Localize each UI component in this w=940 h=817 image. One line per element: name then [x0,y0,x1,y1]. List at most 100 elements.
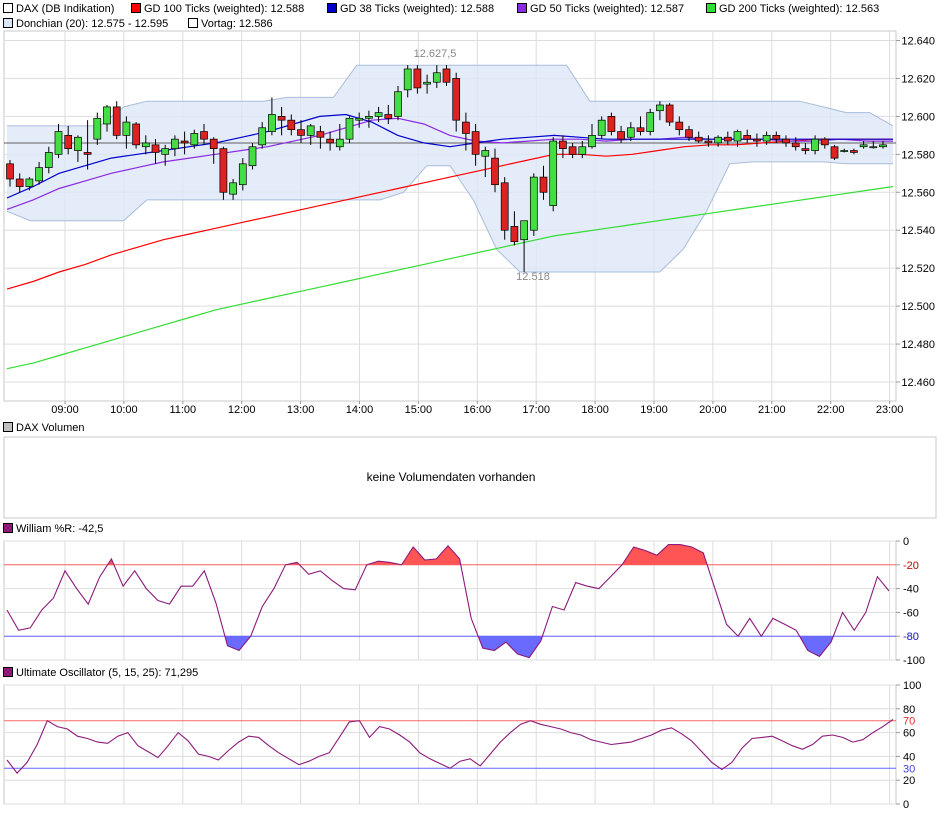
candle-up [869,146,878,149]
candle-down [772,135,781,140]
legend-swatch-dax [3,3,13,13]
volume-title: DAX Volumen [16,422,84,434]
candle-up [238,163,247,186]
price-tick-label: 12.580 [901,149,935,161]
time-tick-label: 20:00 [699,404,727,416]
time-tick-label: 23:00 [876,404,904,416]
williams-tick-label: -60 [903,607,919,619]
candle-down [132,123,140,146]
time-tick-label: 16:00 [464,404,492,416]
candle-down [471,131,480,155]
candle-down [607,116,616,132]
candle-up [268,114,276,132]
legend-swatch-vortag [188,18,198,28]
candle-down [151,144,160,153]
candle-up [103,106,111,125]
candle-up [44,152,53,168]
ultimate-tick-label: 80 [903,704,915,716]
volume-message: keine Volumendaten vorhanden [367,470,536,484]
candle-down [219,148,228,193]
candle-down [820,138,829,146]
candle-down [753,138,761,142]
legend-swatch-gd100 [131,3,141,13]
candle-down [675,121,684,131]
candle-up [646,112,655,132]
candle-up [355,117,364,121]
high-annotation: 12.627,5 [414,48,457,60]
volume-swatch [3,422,13,432]
price-tick-label: 12.620 [901,73,935,85]
candle-down [6,163,14,180]
candle-up [733,131,742,142]
candle-up [229,182,237,195]
time-tick-label: 17:00 [522,404,550,416]
candle-down [64,135,73,149]
candle-up [578,146,587,155]
candle-down [568,146,577,155]
candle-up [161,148,170,155]
candle-up [656,104,664,112]
candle-up [374,112,383,117]
candle-down [830,146,839,159]
candle-down [83,152,92,155]
candle-down [297,129,305,136]
candle-up [432,72,441,83]
candle-up [141,142,150,148]
candle-down [462,121,470,134]
candle-up [811,138,819,151]
legend-donchian: Donchian (20): 12.575 - 12.595 [16,18,168,30]
candle-up [35,167,43,182]
ultimate-title: Ultimate Oscillator (5, 15, 25): 71,295 [16,667,198,679]
price-tick-label: 12.460 [901,377,935,389]
candle-up [345,117,354,140]
low-annotation: 12.518 [516,271,550,283]
legend-swatch-gd200 [706,3,716,13]
candle-down [723,136,732,142]
time-tick-label: 21:00 [758,404,786,416]
legend-gd100: GD 100 Ticks (weighted): 12.588 [144,3,304,15]
candle-down [782,138,790,144]
williams-title: William %R: -42,5 [16,523,103,535]
candle-up [403,68,412,91]
candle-down [539,176,548,193]
candle-up [879,144,887,148]
candle-down [510,226,519,242]
candle-down [112,106,121,136]
candle-up [54,131,63,155]
candle-up [626,127,635,138]
ultimate-tick-label: 60 [903,728,915,740]
candle-down [277,116,286,121]
candle-up [529,176,538,231]
legend-dax: DAX (DB Indikation) [16,3,114,15]
williams-tick-label: 0 [903,536,909,548]
candle-up [859,144,868,148]
candle-up [549,140,558,206]
time-tick-label: 10:00 [110,404,138,416]
price-tick-label: 12.480 [901,339,935,351]
ultimate-tick-label: 40 [903,751,915,763]
candle-up [597,119,606,136]
candle-down [694,136,703,142]
candle-down [685,129,693,138]
candle-down [209,138,218,149]
price-tick-label: 12.540 [901,225,935,237]
candle-up [714,136,722,144]
williams-tick-label: -40 [903,584,919,596]
time-tick-label: 12:00 [228,404,256,416]
candle-down [617,131,625,140]
price-tick-label: 12.520 [901,263,935,275]
candle-down [743,135,752,140]
candle-down [287,119,296,131]
candle-up [171,138,179,149]
candle-down [559,140,567,149]
ultimate-ref-low-label: 30 [903,763,915,775]
williams-ref-high-label: -20 [903,560,919,572]
candle-down [384,114,393,119]
candle-up [93,117,102,140]
price-tick-label: 12.600 [901,111,935,123]
candle-up [258,127,267,146]
candle-up [122,121,131,136]
ultimate-tick-label: 0 [903,799,909,811]
candle-up [25,178,34,187]
candle-up [588,135,596,148]
